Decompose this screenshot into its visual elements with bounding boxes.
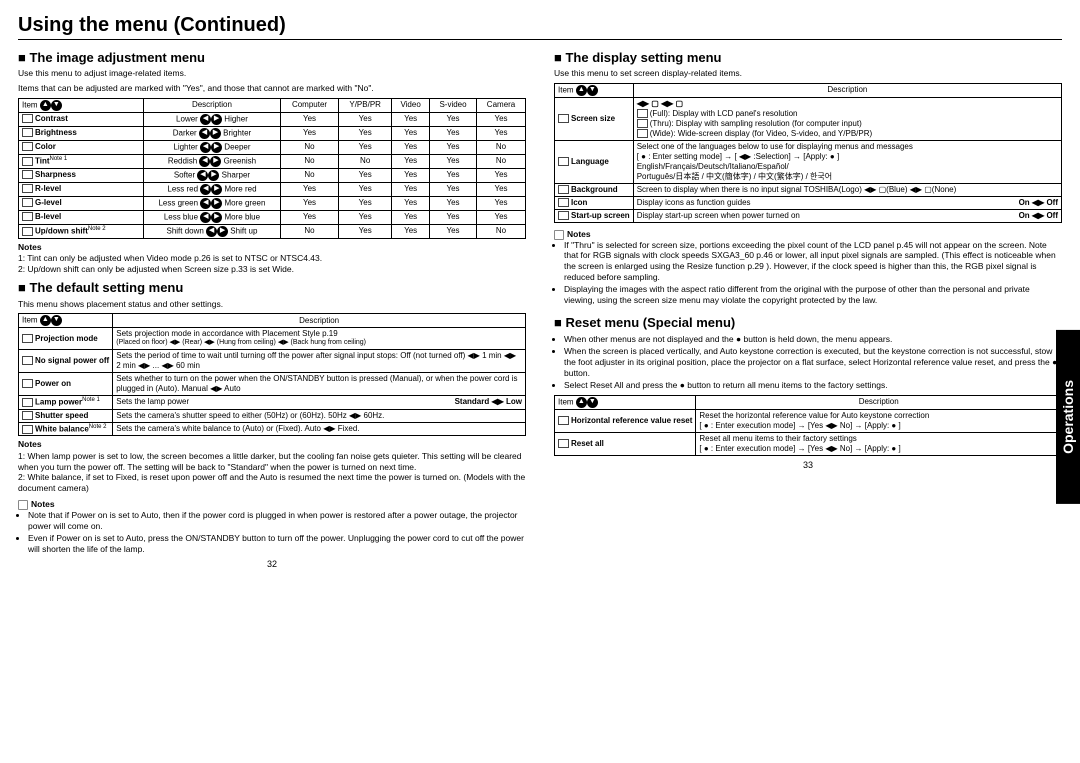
table-row: Horizontal reference value resetReset th… bbox=[555, 409, 1062, 432]
table-row: TintNote 1Reddish ◀▶ GreenishNoNoYesYesN… bbox=[19, 154, 526, 168]
menu-icon bbox=[558, 416, 569, 425]
menu-icon bbox=[22, 411, 33, 420]
table-row: Up/down shiftNote 2Shift down ◀▶ Shift u… bbox=[19, 224, 526, 238]
page-num-right: 33 bbox=[554, 460, 1062, 471]
table-row: Power onSets whether to turn on the powe… bbox=[19, 373, 526, 396]
menu-icon bbox=[558, 185, 569, 194]
menu-icon bbox=[22, 227, 33, 236]
rnotes-icon-h: Notes bbox=[567, 229, 591, 239]
rnote2: Displaying the images with the aspect ra… bbox=[564, 284, 1062, 305]
sec-default-h: The default setting menu bbox=[18, 280, 526, 296]
right-column: The display setting menu Use this menu t… bbox=[554, 44, 1062, 570]
menu-icon bbox=[558, 211, 569, 220]
sec2-intro: This menu shows placement status and oth… bbox=[18, 299, 526, 310]
menu-icon bbox=[558, 198, 569, 207]
menu-icon bbox=[22, 212, 33, 221]
table-row: BrightnessDarker ◀▶ BrighterYesYesYesYes… bbox=[19, 126, 526, 140]
table-row: IconDisplay icons as function guidesOn ◀… bbox=[555, 196, 1062, 209]
menu-icon bbox=[558, 439, 569, 448]
note-icon bbox=[18, 500, 28, 510]
rb1: When other menus are not displayed and t… bbox=[564, 334, 1062, 345]
menu-icon bbox=[22, 356, 33, 365]
table-row: Shutter speedSets the camera's shutter s… bbox=[19, 409, 526, 422]
menu-icon bbox=[22, 198, 33, 207]
left-column: The image adjustment menu Use this menu … bbox=[18, 44, 526, 570]
reset-table: Item ▲▼Description Horizontal reference … bbox=[554, 395, 1062, 456]
display-setting-table: Item ▲▼Description Screen size◀▶ ▢ ◀▶ ▢(… bbox=[554, 83, 1062, 223]
notes-icon-h: Notes bbox=[31, 499, 55, 509]
sec1-intro2: Items that can be adjusted are marked wi… bbox=[18, 83, 526, 94]
rb3: Select Reset All and press the ● button … bbox=[564, 380, 1062, 391]
notes-h: Notes bbox=[18, 242, 526, 253]
up-icon: ▲ bbox=[40, 100, 51, 111]
default-setting-table: Item ▲▼Description Projection modeSets p… bbox=[18, 313, 526, 436]
table-row: G-levelLess green ◀▶ More greenYesYesYes… bbox=[19, 196, 526, 210]
sec-image-adjust-h: The image adjustment menu bbox=[18, 50, 526, 66]
table-row: ColorLighter ◀▶ DeeperNoYesYesYesNo bbox=[19, 140, 526, 154]
table-row: White balanceNote 2Sets the camera's whi… bbox=[19, 422, 526, 436]
menu-icon bbox=[22, 157, 33, 166]
menu-icon bbox=[558, 114, 569, 123]
table-row: Start-up screenDisplay start-up screen w… bbox=[555, 209, 1062, 222]
note2: 2: Up/down shift can only be adjusted wh… bbox=[18, 264, 526, 275]
sec-display-h: The display setting menu bbox=[554, 50, 1062, 66]
menu-icon bbox=[22, 425, 33, 434]
page-title: Using the menu (Continued) bbox=[18, 14, 1062, 40]
sec1-intro1: Use this menu to adjust image-related it… bbox=[18, 68, 526, 79]
table-row: LanguageSelect one of the languages belo… bbox=[555, 140, 1062, 183]
sec-reset-h: Reset menu (Special menu) bbox=[554, 315, 1062, 331]
menu-icon bbox=[22, 184, 33, 193]
menu-icon bbox=[22, 142, 33, 151]
menu-icon bbox=[22, 379, 33, 388]
rb2: When the screen is placed vertically, an… bbox=[564, 346, 1062, 378]
table-row: Lamp powerNote 1Sets the lamp powerStand… bbox=[19, 396, 526, 410]
side-tab: Operations bbox=[1056, 330, 1080, 504]
pwr-note2: Even if Power on is set to Auto, press t… bbox=[28, 533, 526, 554]
menu-icon bbox=[22, 334, 33, 343]
note-icon bbox=[554, 230, 564, 240]
notes-h2: Notes bbox=[18, 439, 526, 450]
dn2: 2: White balance, if set to Fixed, is re… bbox=[18, 472, 526, 493]
menu-icon bbox=[22, 398, 33, 407]
table-row: Reset allReset all menu items to their f… bbox=[555, 432, 1062, 455]
menu-icon bbox=[22, 114, 33, 123]
table-row: B-levelLess blue ◀▶ More blueYesYesYesYe… bbox=[19, 210, 526, 224]
page-num-left: 32 bbox=[18, 559, 526, 570]
table-row: Screen size◀▶ ▢ ◀▶ ▢(Full): Display with… bbox=[555, 97, 1062, 140]
table-row: ContrastLower ◀▶ HigherYesYesYesYesYes bbox=[19, 112, 526, 126]
rsec1-intro: Use this menu to set screen display-rela… bbox=[554, 68, 1062, 79]
note1: 1: Tint can only be adjusted when Video … bbox=[18, 253, 526, 264]
table-row: No signal power offSets the period of ti… bbox=[19, 350, 526, 373]
dn1: 1: When lamp power is set to low, the sc… bbox=[18, 451, 526, 472]
down-icon: ▼ bbox=[51, 100, 62, 111]
table-row: BackgroundScreen to display when there i… bbox=[555, 183, 1062, 196]
rnote1: If "Thru" is selected for screen size, p… bbox=[564, 240, 1062, 283]
image-adjust-table: Item ▲▼ Description ComputerY/PB/PRVideo… bbox=[18, 98, 526, 239]
menu-icon bbox=[558, 157, 569, 166]
menu-icon bbox=[22, 170, 33, 179]
table-row: SharpnessSofter ◀▶ SharperNoYesYesYesYes bbox=[19, 168, 526, 182]
table-row: R-levelLess red ◀▶ More redYesYesYesYesY… bbox=[19, 182, 526, 196]
menu-icon bbox=[22, 128, 33, 137]
table-row: Projection modeSets projection mode in a… bbox=[19, 328, 526, 350]
pwr-note1: Note that if Power on is set to Auto, th… bbox=[28, 510, 526, 531]
